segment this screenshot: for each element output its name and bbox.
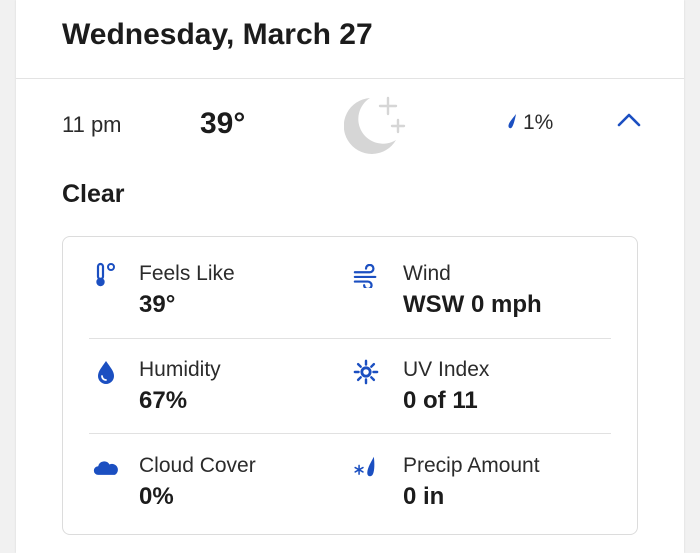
cloud-cover-cell: Cloud Cover 0% [63,429,343,524]
precip-amount-value: 0 in [403,483,445,510]
details-row: Feels Like 39° Wind WSW 0 mph [63,237,637,332]
date-header: Wednesday, March 27 [16,0,684,79]
collapse-chevron-up-icon[interactable] [616,112,642,133]
cloud-cover-label: Cloud Cover [139,454,256,477]
uv-index-label: UV Index [403,358,490,381]
humidity-cell: Humidity 67% [63,333,343,428]
hour-time: 11 pm [62,112,122,137]
wind-label: Wind [403,262,451,285]
precip-amount-cell: Precip Amount 0 in [349,429,629,524]
condition-text: Clear [62,180,125,208]
humidity-label: Humidity [139,358,221,381]
precip-chance-value: 1% [523,111,554,134]
wind-cell: Wind WSW 0 mph [349,237,629,332]
humidity-value: 67% [139,387,188,414]
uv-index-cell: UV Index 0 of 11 [349,333,629,428]
feels-like-cell: Feels Like 39° [63,237,343,332]
wind-icon [353,263,379,289]
feels-like-label: Feels Like [139,262,235,285]
raindrop-icon [506,113,518,134]
day-title: Wednesday, March 27 [62,18,373,51]
details-panel: Feels Like 39° Wind WSW 0 mph Humidity 6… [62,236,638,535]
cloud-icon [93,455,119,481]
precip-amount-icon [353,455,379,481]
uv-index-value: 0 of 11 [403,387,478,414]
feels-like-value: 39° [139,291,176,318]
hour-temperature: 39° [200,107,246,140]
details-row: Humidity 67% UV Index 0 of 11 [63,333,637,428]
uv-sun-icon [353,359,379,385]
thermometer-icon [93,262,119,289]
clear-night-moon-icon [343,94,424,163]
precip-chance: 1% [506,111,553,135]
precip-amount-label: Precip Amount [403,454,540,477]
wind-value: WSW 0 mph [403,291,542,318]
details-row: Cloud Cover 0% Precip Amount 0 in [63,429,637,524]
humidity-drop-icon [93,359,119,385]
cloud-cover-value: 0% [139,483,174,510]
hourly-forecast-card: Wednesday, March 27 11 pm 39° 1% Clear F… [16,0,684,553]
